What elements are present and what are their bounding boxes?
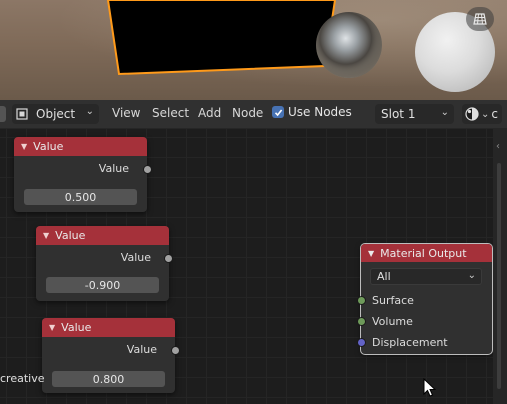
menu-select[interactable]: Select bbox=[152, 106, 189, 120]
chevron-down-icon: ⌄ bbox=[481, 108, 490, 120]
value-field[interactable]: -0.900 bbox=[46, 277, 159, 293]
collapse-triangle-icon[interactable]: ▼ bbox=[21, 142, 27, 151]
chevron-down-icon: ⌄ bbox=[85, 106, 94, 117]
3d-viewport[interactable] bbox=[0, 0, 507, 100]
output-socket[interactable] bbox=[164, 254, 173, 263]
node-title: Material Output bbox=[380, 246, 467, 260]
editor-type-selector[interactable] bbox=[0, 106, 6, 122]
slot-label: Slot 1 bbox=[381, 107, 416, 121]
value-node[interactable]: ▼ Value Value 0.500 bbox=[14, 137, 152, 212]
material-browse-select[interactable]: ⌄ c bbox=[462, 104, 502, 124]
shader-type-label: Object bbox=[36, 107, 76, 121]
volume-input-label: Volume bbox=[372, 315, 413, 328]
shading-sphere-icon bbox=[465, 107, 479, 121]
value-node[interactable]: ▼ Value Value 0.800 bbox=[42, 318, 180, 393]
chevron-left-icon[interactable]: ‹ bbox=[496, 141, 500, 152]
node-title: Value bbox=[55, 229, 86, 242]
collapse-triangle-icon[interactable]: ▼ bbox=[49, 323, 55, 332]
value-field[interactable]: 0.500 bbox=[24, 189, 137, 205]
node-header[interactable]: ▼ Value bbox=[14, 137, 147, 156]
checkmark-icon bbox=[274, 109, 282, 116]
menu-node[interactable]: Node bbox=[232, 106, 263, 120]
output-socket[interactable] bbox=[171, 346, 180, 355]
surface-input-socket[interactable] bbox=[357, 296, 366, 305]
node-header[interactable]: ▼ Material Output bbox=[361, 244, 492, 262]
output-target-select[interactable]: All ⌄ bbox=[370, 268, 482, 285]
menu-add[interactable]: Add bbox=[198, 106, 221, 120]
shader-type-select[interactable]: Object ⌄ bbox=[12, 104, 99, 124]
output-label: Value bbox=[120, 251, 151, 264]
volume-input-socket[interactable] bbox=[357, 317, 366, 326]
node-editor-canvas[interactable]: ▼ Value Value 0.500 ▼ Value Value -0.900… bbox=[0, 129, 507, 404]
menu-view[interactable]: View bbox=[112, 106, 140, 120]
value-field[interactable]: 0.800 bbox=[52, 371, 165, 387]
output-label: Value bbox=[126, 343, 157, 356]
side-panel-text: creative bbox=[0, 372, 45, 385]
node-title: Value bbox=[61, 321, 92, 334]
object-mode-icon bbox=[16, 108, 28, 120]
value-node[interactable]: ▼ Value Value -0.900 bbox=[36, 226, 173, 301]
output-target-label: All bbox=[377, 270, 391, 283]
mouse-cursor-icon bbox=[423, 378, 437, 397]
output-label: Value bbox=[98, 162, 129, 175]
viewport-grid-icon[interactable] bbox=[466, 7, 494, 31]
displacement-input-socket[interactable] bbox=[357, 338, 366, 347]
chevron-down-icon: ⌄ bbox=[440, 107, 449, 118]
header-overflow-text: c bbox=[491, 107, 498, 121]
output-socket[interactable] bbox=[143, 165, 152, 174]
displacement-input-label: Displacement bbox=[372, 336, 448, 349]
use-nodes-label: Use Nodes bbox=[288, 105, 352, 119]
collapse-triangle-icon[interactable]: ▼ bbox=[43, 231, 49, 240]
surface-input-label: Surface bbox=[372, 294, 414, 307]
chrome-sphere-preview bbox=[316, 12, 382, 78]
use-nodes-checkbox[interactable] bbox=[272, 106, 284, 118]
material-output-node[interactable]: ▼ Material Output All ⌄ Surface Volume D… bbox=[357, 244, 492, 354]
node-title: Value bbox=[33, 140, 64, 153]
node-header[interactable]: ▼ Value bbox=[36, 226, 169, 245]
chevron-down-icon: ⌄ bbox=[467, 270, 476, 281]
material-slot-select[interactable]: Slot 1 ⌄ bbox=[375, 104, 454, 124]
shader-editor-header: Object ⌄ View Select Add Node Use Nodes … bbox=[0, 100, 507, 129]
collapse-triangle-icon[interactable]: ▼ bbox=[368, 249, 374, 258]
use-nodes-toggle[interactable]: Use Nodes bbox=[272, 105, 352, 119]
vertical-scrollbar[interactable] bbox=[497, 163, 501, 389]
node-header[interactable]: ▼ Value bbox=[42, 318, 175, 337]
